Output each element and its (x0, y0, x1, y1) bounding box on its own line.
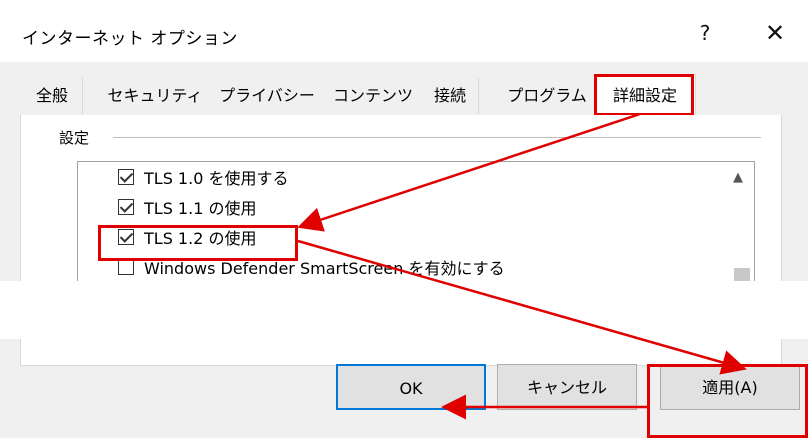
scrollbar-thumb[interactable] (734, 268, 750, 282)
scroll-up-icon[interactable]: ▲ (728, 168, 748, 188)
title-bar: インターネット オプション ? ✕ (0, 0, 808, 62)
cropped-blank-area (0, 281, 808, 339)
settings-listbox[interactable]: TLS 1.0 を使用する TLS 1.1 の使用 TLS 1.2 の使用 Wi… (77, 161, 755, 283)
list-item[interactable]: TLS 1.0 を使用する (118, 164, 288, 190)
close-button[interactable]: ✕ (760, 18, 790, 48)
window-title: インターネット オプション (22, 29, 238, 49)
annotation-highlight-advanced-tab (594, 74, 694, 116)
tab-general[interactable]: 全般 (22, 78, 83, 114)
checkbox-smartscreen[interactable] (118, 259, 134, 275)
annotation-highlight-apply (647, 364, 808, 438)
tab-connections[interactable]: 接続 (422, 78, 479, 114)
tab-content[interactable]: コンテンツ (324, 78, 423, 114)
tab-privacy[interactable]: プライバシー (210, 78, 325, 114)
settings-group-label: 設定 (53, 127, 96, 148)
ok-button[interactable]: OK (336, 364, 486, 410)
annotation-highlight-tls12 (98, 225, 298, 261)
checkbox-tls11[interactable] (118, 199, 134, 215)
help-button[interactable]: ? (690, 18, 720, 48)
cancel-button[interactable]: キャンセル (497, 364, 637, 410)
list-item-label: TLS 1.1 の使用 (144, 199, 257, 218)
tab-security[interactable]: セキュリティ (100, 78, 211, 114)
list-item[interactable]: TLS 1.1 の使用 (118, 194, 256, 220)
group-divider (113, 137, 761, 138)
checkbox-tls10[interactable] (118, 169, 134, 185)
list-item-label: TLS 1.0 を使用する (144, 169, 289, 188)
tab-programs[interactable]: プログラム (500, 78, 594, 114)
